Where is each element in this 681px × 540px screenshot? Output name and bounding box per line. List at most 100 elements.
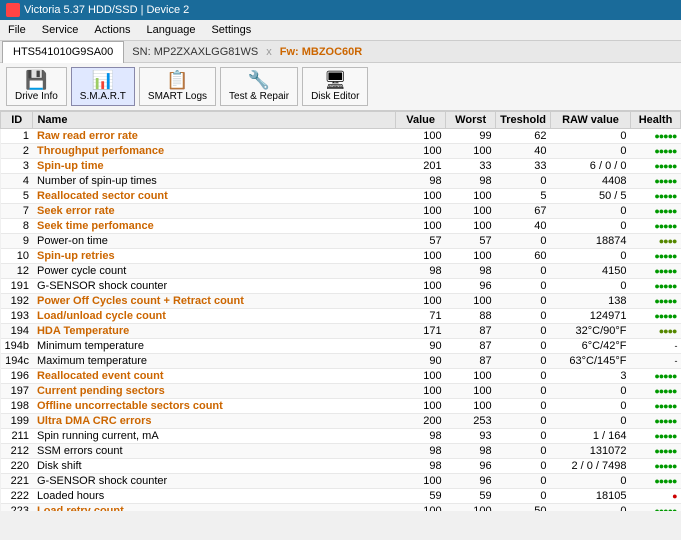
cell-treshold: 0 [496, 174, 551, 189]
cell-health: ●●●●● [631, 369, 681, 384]
cell-health: ● [631, 489, 681, 504]
serial-number: SN: MP2ZXAXLGG81WS [124, 44, 266, 60]
cell-treshold: 50 [496, 504, 551, 512]
drive-model: HTS541010G9SA00 [13, 46, 113, 58]
cell-id: 193 [1, 309, 33, 324]
cell-value: 100 [396, 144, 446, 159]
cell-worst: 100 [446, 204, 496, 219]
table-row[interactable]: 194c Maximum temperature 90 87 0 63°C/14… [1, 354, 681, 369]
menu-file[interactable]: File [0, 22, 34, 38]
table-row[interactable]: 8 Seek time perfomance 100 100 40 0 ●●●●… [1, 219, 681, 234]
cell-value: 57 [396, 234, 446, 249]
table-row[interactable]: 221 G-SENSOR shock counter 100 96 0 0 ●●… [1, 474, 681, 489]
cell-id: 223 [1, 504, 33, 512]
cell-name: Number of spin-up times [33, 174, 396, 189]
test-repair-icon: 🔧 [248, 71, 270, 89]
cell-worst: 100 [446, 369, 496, 384]
cell-name: Current pending sectors [33, 384, 396, 399]
cell-treshold: 60 [496, 249, 551, 264]
cell-name: HDA Temperature [33, 324, 396, 339]
table-row[interactable]: 193 Load/unload cycle count 71 88 0 1249… [1, 309, 681, 324]
cell-name: Minimum temperature [33, 339, 396, 354]
table-row[interactable]: 199 Ultra DMA CRC errors 200 253 0 0 ●●●… [1, 414, 681, 429]
cell-treshold: 0 [496, 384, 551, 399]
smart-logs-button[interactable]: 📋 SMART Logs [139, 67, 216, 106]
cell-raw: 0 [551, 279, 631, 294]
table-row[interactable]: 12 Power cycle count 98 98 0 4150 ●●●●● [1, 264, 681, 279]
cell-value: 100 [396, 219, 446, 234]
disk-editor-icon: 🖥 [324, 71, 347, 89]
table-row[interactable]: 194 HDA Temperature 171 87 0 32°C/90°F ●… [1, 324, 681, 339]
cell-health: ●●●●● [631, 294, 681, 309]
cell-worst: 99 [446, 129, 496, 144]
table-row[interactable]: 3 Spin-up time 201 33 33 6 / 0 / 0 ●●●●● [1, 159, 681, 174]
cell-id: 197 [1, 384, 33, 399]
menu-language[interactable]: Language [139, 22, 204, 38]
smart-button[interactable]: 📊 S.M.A.R.T [71, 67, 135, 106]
cell-name: G-SENSOR shock counter [33, 279, 396, 294]
smart-table-container[interactable]: ID Name Value Worst Treshold RAW value H… [0, 111, 681, 511]
smart-label: S.M.A.R.T [80, 91, 126, 102]
menu-actions[interactable]: Actions [86, 22, 138, 38]
device-tab[interactable]: HTS541010G9SA00 [2, 41, 124, 63]
table-row[interactable]: 220 Disk shift 98 96 0 2 / 0 / 7498 ●●●●… [1, 459, 681, 474]
table-row[interactable]: 194b Minimum temperature 90 87 0 6°C/42°… [1, 339, 681, 354]
cell-id: 198 [1, 399, 33, 414]
table-row[interactable]: 211 Spin running current, mA 98 93 0 1 /… [1, 429, 681, 444]
cell-value: 71 [396, 309, 446, 324]
table-row[interactable]: 196 Reallocated event count 100 100 0 3 … [1, 369, 681, 384]
cell-worst: 98 [446, 444, 496, 459]
cell-worst: 100 [446, 399, 496, 414]
cell-id: 194c [1, 354, 33, 369]
cell-name: Load/unload cycle count [33, 309, 396, 324]
cell-value: 90 [396, 354, 446, 369]
cell-raw: 138 [551, 294, 631, 309]
cell-id: 10 [1, 249, 33, 264]
cell-value: 100 [396, 279, 446, 294]
table-row[interactable]: 223 Load retry count 100 100 50 0 ●●●●● [1, 504, 681, 512]
table-row[interactable]: 9 Power-on time 57 57 0 18874 ●●●● [1, 234, 681, 249]
cell-raw: 0 [551, 474, 631, 489]
cell-raw: 6 / 0 / 0 [551, 159, 631, 174]
cell-raw: 6°C/42°F [551, 339, 631, 354]
cell-health: ●●●●● [631, 444, 681, 459]
cell-worst: 87 [446, 339, 496, 354]
table-row[interactable]: 5 Reallocated sector count 100 100 5 50 … [1, 189, 681, 204]
table-row[interactable]: 2 Throughput perfomance 100 100 40 0 ●●●… [1, 144, 681, 159]
cell-raw: 0 [551, 414, 631, 429]
cell-worst: 96 [446, 459, 496, 474]
table-row[interactable]: 1 Raw read error rate 100 99 62 0 ●●●●● [1, 129, 681, 144]
cell-name: Power Off Cycles count + Retract count [33, 294, 396, 309]
table-row[interactable]: 7 Seek error rate 100 100 67 0 ●●●●● [1, 204, 681, 219]
table-row[interactable]: 198 Offline uncorrectable sectors count … [1, 399, 681, 414]
cell-treshold: 0 [496, 489, 551, 504]
disk-editor-button[interactable]: 🖥 Disk Editor [302, 67, 368, 106]
cell-name: Spin-up retries [33, 249, 396, 264]
cell-health: ●●●●● [631, 144, 681, 159]
test-repair-button[interactable]: 🔧 Test & Repair [220, 67, 298, 106]
cell-worst: 88 [446, 309, 496, 324]
table-row[interactable]: 191 G-SENSOR shock counter 100 96 0 0 ●●… [1, 279, 681, 294]
menu-settings[interactable]: Settings [203, 22, 259, 38]
table-row[interactable]: 222 Loaded hours 59 59 0 18105 ● [1, 489, 681, 504]
menu-service[interactable]: Service [34, 22, 87, 38]
cell-value: 98 [396, 444, 446, 459]
cell-treshold: 0 [496, 324, 551, 339]
cell-worst: 100 [446, 189, 496, 204]
cell-treshold: 0 [496, 369, 551, 384]
table-row[interactable]: 197 Current pending sectors 100 100 0 0 … [1, 384, 681, 399]
table-row[interactable]: 4 Number of spin-up times 98 98 0 4408 ●… [1, 174, 681, 189]
cell-treshold: 67 [496, 204, 551, 219]
cell-id: 9 [1, 234, 33, 249]
table-row[interactable]: 212 SSM errors count 98 98 0 131072 ●●●●… [1, 444, 681, 459]
cell-raw: 2 / 0 / 7498 [551, 459, 631, 474]
cell-worst: 100 [446, 504, 496, 512]
cell-treshold: 0 [496, 309, 551, 324]
cell-worst: 33 [446, 159, 496, 174]
cell-value: 100 [396, 384, 446, 399]
table-row[interactable]: 192 Power Off Cycles count + Retract cou… [1, 294, 681, 309]
drive-info-button[interactable]: 💾 Drive Info [6, 67, 67, 106]
table-row[interactable]: 10 Spin-up retries 100 100 60 0 ●●●●● [1, 249, 681, 264]
cell-value: 100 [396, 249, 446, 264]
cell-value: 100 [396, 204, 446, 219]
